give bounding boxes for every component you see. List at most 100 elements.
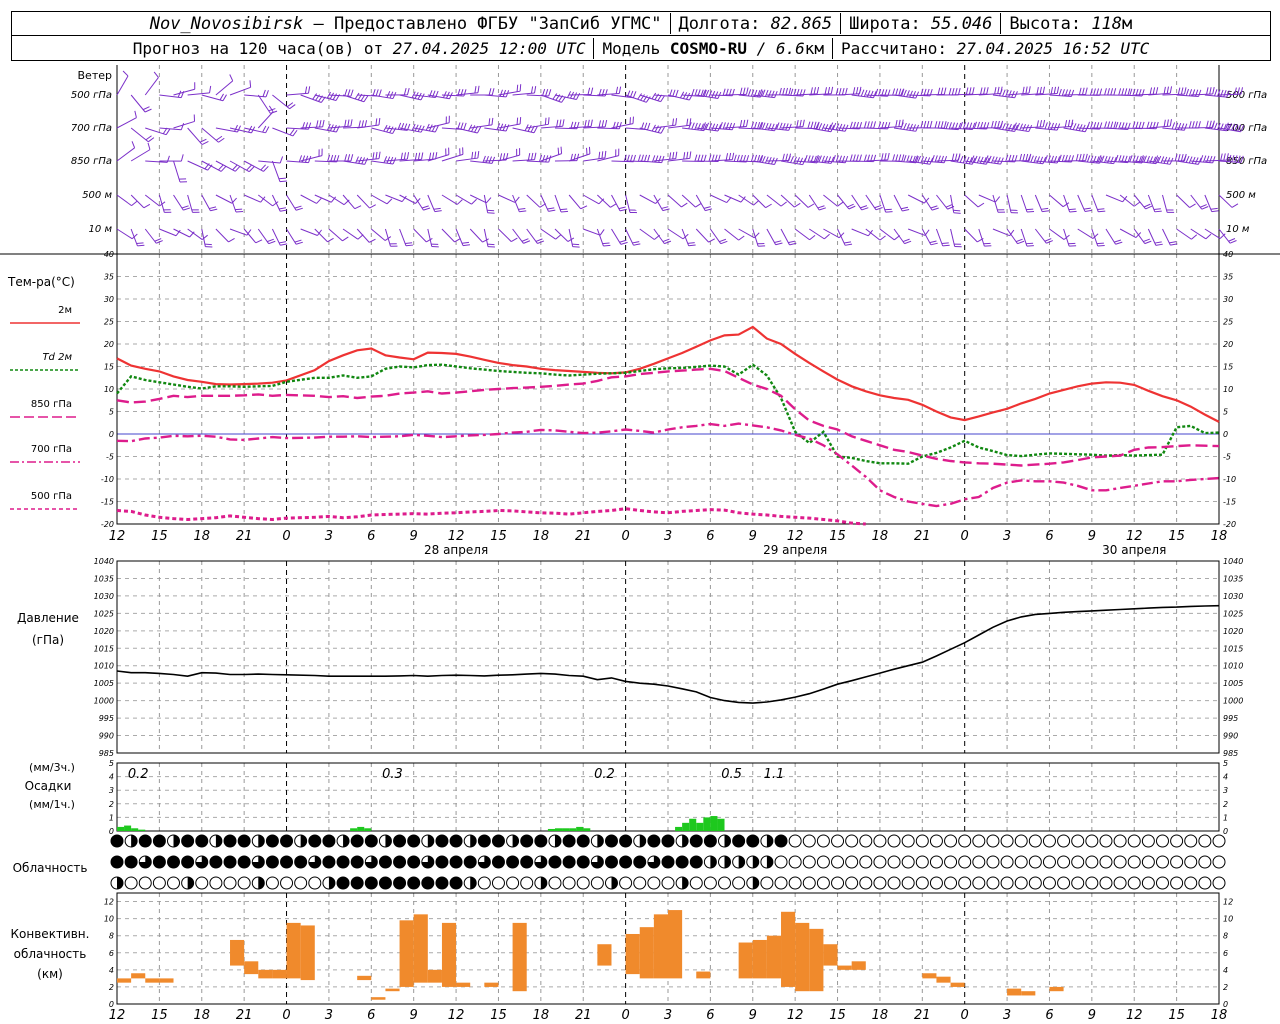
cloud-cover-symbol <box>944 834 958 848</box>
cloud-cover-symbol <box>633 876 647 890</box>
convective-bar <box>668 910 683 979</box>
pressure-tick-label: 1035 <box>94 574 114 583</box>
cloud-cover-symbol <box>378 834 392 848</box>
hour-tick-label: 12 <box>448 529 465 544</box>
precip-bar <box>576 826 584 831</box>
cloud-cover-symbol <box>718 834 732 848</box>
cloud-cover-symbol <box>929 876 943 890</box>
cloud-cover-symbol <box>336 855 350 869</box>
precip-tick-label: 1 <box>1223 813 1228 822</box>
precip-bar <box>583 828 591 831</box>
cloud-cover-symbol <box>604 834 618 848</box>
cloud-cover-symbol <box>1170 855 1184 869</box>
hour-tick-label: 15 <box>1168 1008 1185 1023</box>
hour-tick-label: 3 <box>325 1008 333 1023</box>
cloud-cover-symbol <box>407 876 421 890</box>
cloud-cover-symbol <box>718 855 732 869</box>
cloud-cover-symbol <box>181 855 195 869</box>
cloud-cover-symbol <box>1113 834 1127 848</box>
cloud-cover-symbol <box>802 834 816 848</box>
temperature-tick-label: 20 <box>1223 340 1233 349</box>
cloud-cover-symbol <box>1057 855 1071 869</box>
hour-tick-label: 3 <box>1003 1008 1011 1023</box>
cloud-cover-symbol <box>1141 834 1155 848</box>
hour-tick-label: 12 <box>787 529 804 544</box>
cloud-cover-symbol <box>1014 876 1028 890</box>
cloud-cover-symbol <box>675 876 689 890</box>
precip-bar <box>554 828 563 831</box>
hour-tick-label: 12 <box>448 1008 465 1023</box>
cloud-cover-symbol <box>449 876 463 890</box>
pressure-tick-label: 1000 <box>94 697 114 706</box>
cloud-cover-symbol <box>435 834 449 848</box>
pressure-tick-label: 1010 <box>1223 662 1243 671</box>
convective-bar <box>1049 986 1064 992</box>
cloud-cover-symbol <box>661 876 675 890</box>
convective-tick-label: 10 <box>104 915 114 924</box>
precip-tick-label: 4 <box>109 773 114 782</box>
cloud-cover-symbol <box>1071 876 1085 890</box>
hour-tick-label: 18 <box>872 1008 889 1023</box>
cloud-cover-symbol <box>491 876 505 890</box>
convective-bar <box>484 982 499 987</box>
pressure-tick-label: 1020 <box>94 627 114 636</box>
pressure-tick-label: 1005 <box>94 679 114 688</box>
cloud-cover-symbol <box>167 834 181 848</box>
hour-tick-label: 21 <box>914 529 931 544</box>
temperature-series-4 <box>116 507 866 526</box>
convective-bar <box>922 973 937 979</box>
cloud-cover-symbol <box>463 855 477 869</box>
pressure-tick-label: 1035 <box>1223 574 1243 583</box>
cloud-cover-symbol <box>732 876 746 890</box>
cloud-cover-symbol <box>901 876 915 890</box>
cloud-cover-symbol <box>1000 834 1014 848</box>
cloud-cover-symbol <box>265 855 279 869</box>
cloud-cover-symbol <box>1028 855 1042 869</box>
convective-bar <box>512 922 527 992</box>
pressure-tick-label: 1040 <box>94 557 114 566</box>
hour-tick-label: 15 <box>1168 529 1185 544</box>
convective-bar <box>639 927 654 979</box>
hour-tick-label: 18 <box>533 1008 550 1023</box>
cloud-cover-symbol <box>689 876 703 890</box>
temperature-tick-label: 5 <box>1223 408 1228 417</box>
cloud-cover-symbol <box>322 834 336 848</box>
precip-bar <box>547 828 555 831</box>
cloud-cover-symbol <box>845 855 859 869</box>
precip-unit-top: (мм/3ч.) <box>29 761 75 774</box>
precip-bar <box>131 828 139 831</box>
pressure-tick-label: 1030 <box>1223 592 1243 601</box>
temperature-tick-label: 35 <box>104 273 114 282</box>
hour-tick-label: 15 <box>490 529 507 544</box>
cloud-cover-symbol <box>944 876 958 890</box>
temperature-tick-label: -10 <box>1223 475 1236 484</box>
cloud-cover-symbol <box>873 876 887 890</box>
cloud-cover-symbol <box>929 834 943 848</box>
convective-bar <box>456 982 471 987</box>
cloud-cover-symbol <box>1099 834 1113 848</box>
convective-tick-label: 12 <box>1223 898 1233 907</box>
cloud-cover-symbol <box>350 834 364 848</box>
pressure-tick-label: 995 <box>99 714 114 723</box>
cloud-cover-symbol <box>477 834 491 848</box>
cloud-cover-symbol <box>1071 855 1085 869</box>
cloud-cover-symbol <box>110 855 124 869</box>
cloud-cover-symbol <box>336 834 350 848</box>
cloud-cover-symbol <box>859 855 873 869</box>
convective-bar <box>131 973 146 979</box>
hour-tick-label: 21 <box>236 1008 253 1023</box>
cloud-cover-symbol <box>576 855 590 869</box>
hour-tick-label: 15 <box>151 529 168 544</box>
temperature-tick-label: -15 <box>101 498 114 507</box>
hour-tick-label: 9 <box>749 1008 757 1023</box>
hour-tick-label: 6 <box>367 1008 375 1023</box>
convective-bar <box>837 965 852 970</box>
temperature-tick-label: 20 <box>104 340 114 349</box>
convective-tick-label: 2 <box>109 983 114 992</box>
cloud-cover-symbol <box>138 855 152 869</box>
precip-bar <box>689 818 697 831</box>
convective-tick-label: 6 <box>109 949 114 958</box>
hour-tick-label: 3 <box>664 1008 672 1023</box>
precip-bar <box>682 822 690 831</box>
temperature-tick-label: -20 <box>1223 520 1236 529</box>
